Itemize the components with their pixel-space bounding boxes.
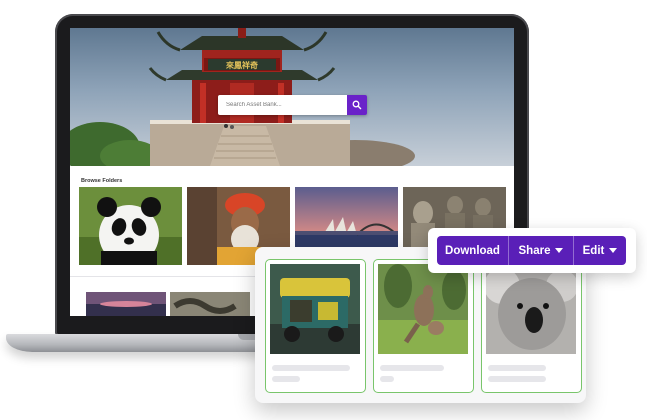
- title-placeholder: [272, 365, 350, 371]
- asset-thumbnail: [378, 264, 468, 354]
- pagoda-sign: 來鳳祥奇: [225, 60, 258, 70]
- download-button[interactable]: Download: [437, 236, 509, 265]
- asset-card-koala[interactable]: [481, 259, 582, 393]
- asset-card-tuktuk[interactable]: [265, 259, 366, 393]
- browse-folders-title: Browse Folders: [81, 178, 123, 184]
- title-placeholder: [488, 365, 546, 371]
- edit-button[interactable]: Edit: [574, 236, 626, 265]
- panda-image: [79, 187, 182, 265]
- koala-image: [486, 264, 576, 354]
- share-label: Share: [518, 244, 551, 257]
- search-button[interactable]: [347, 95, 367, 115]
- hero-banner: 來鳳祥奇: [70, 28, 514, 166]
- snake-folder[interactable]: [170, 292, 250, 316]
- chevron-down-icon: [555, 248, 564, 253]
- search-bar: [218, 95, 367, 115]
- download-label: Download: [445, 244, 500, 257]
- kangaroo-image: [378, 264, 468, 354]
- asset-action-bar: Download Share Edit: [428, 228, 636, 273]
- sunset-image: [86, 292, 166, 316]
- snake-image: [170, 292, 250, 316]
- asset-thumbnail: [486, 264, 576, 354]
- share-button[interactable]: Share: [509, 236, 574, 265]
- search-icon: [352, 100, 362, 110]
- sunset-folder[interactable]: [86, 292, 166, 316]
- action-button-group: Download Share Edit: [437, 236, 626, 265]
- meta-placeholder: [272, 376, 300, 382]
- edit-label: Edit: [582, 244, 605, 257]
- tuktuk-image: [270, 264, 360, 354]
- chevron-down-icon: [609, 248, 618, 253]
- asset-card-kangaroo[interactable]: [373, 259, 474, 393]
- meta-placeholder: [380, 376, 394, 382]
- search-input[interactable]: [218, 95, 347, 115]
- meta-placeholder: [488, 376, 546, 382]
- title-placeholder: [380, 365, 444, 371]
- asset-thumbnail: [270, 264, 360, 354]
- panda-folder[interactable]: [79, 187, 182, 265]
